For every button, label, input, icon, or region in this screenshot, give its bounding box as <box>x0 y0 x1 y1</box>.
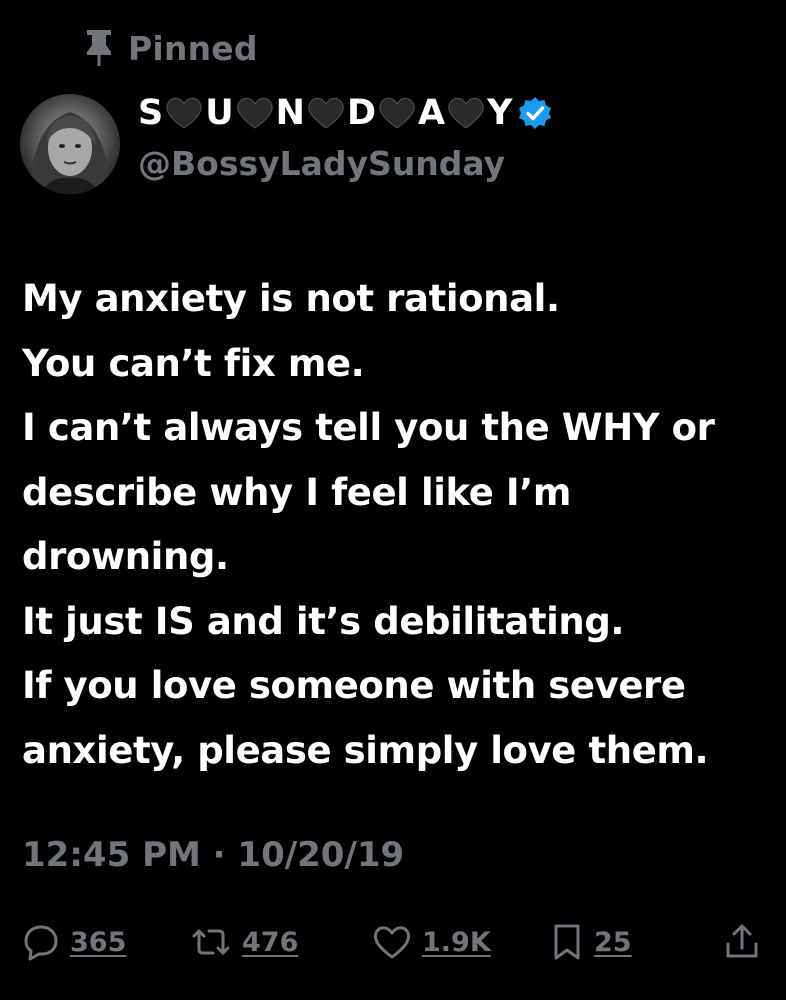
tweet-line: drowning. <box>22 535 229 578</box>
name-letter: U <box>205 92 234 133</box>
tweet-line: If you love someone with severe <box>22 664 686 707</box>
pinned-label: Pinned <box>128 28 258 68</box>
pin-icon <box>84 28 114 68</box>
repost-icon <box>190 923 232 961</box>
black-heart-icon <box>236 96 274 130</box>
name-letter: A <box>418 92 446 133</box>
verified-badge-icon[interactable] <box>518 96 552 130</box>
tweet-line: My anxiety is not rational. <box>22 277 560 320</box>
tweet-line: It just IS and it’s debilitating. <box>22 599 625 643</box>
name-letter: Y <box>487 92 513 133</box>
tweet-line: anxiety, please simply love them. <box>22 728 709 772</box>
tweet-text: My anxiety is not rational. You can’t fi… <box>22 267 772 783</box>
reply-button[interactable]: 365 <box>22 912 126 972</box>
black-heart-icon <box>307 96 345 130</box>
share-icon <box>722 922 762 962</box>
share-button[interactable] <box>722 912 762 972</box>
heart-icon <box>372 924 412 960</box>
like-count: 1.9K <box>422 926 491 958</box>
repost-button[interactable]: 476 <box>190 912 298 972</box>
like-button[interactable]: 1.9K <box>372 912 491 972</box>
avatar[interactable] <box>20 94 120 194</box>
tweet-line: You can’t fix me. <box>22 341 365 385</box>
tweet-line: describe why I feel like I’m <box>22 470 572 514</box>
reply-count: 365 <box>70 926 127 958</box>
reply-icon <box>22 923 60 961</box>
bookmark-count: 25 <box>594 926 632 958</box>
name-letter: D <box>346 92 376 133</box>
black-heart-icon <box>447 96 485 130</box>
black-heart-icon <box>378 96 416 130</box>
pinned-indicator: Pinned <box>84 26 258 70</box>
user-handle[interactable]: @BossyLadySunday <box>138 144 505 183</box>
tweet-timestamp[interactable]: 12:45 PM · 10/20/19 <box>22 835 404 875</box>
repost-count: 476 <box>242 926 299 958</box>
bookmark-button[interactable]: 25 <box>550 912 632 972</box>
name-letter: S <box>138 92 164 133</box>
black-heart-icon <box>165 96 203 130</box>
tweet-action-bar: 365 476 1.9K 25 <box>0 912 786 972</box>
tweet-line: I can’t always tell you the WHY or <box>22 406 715 449</box>
name-letter: N <box>275 92 305 133</box>
bookmark-icon <box>550 922 584 962</box>
display-name[interactable]: S U N D A Y <box>138 88 552 138</box>
